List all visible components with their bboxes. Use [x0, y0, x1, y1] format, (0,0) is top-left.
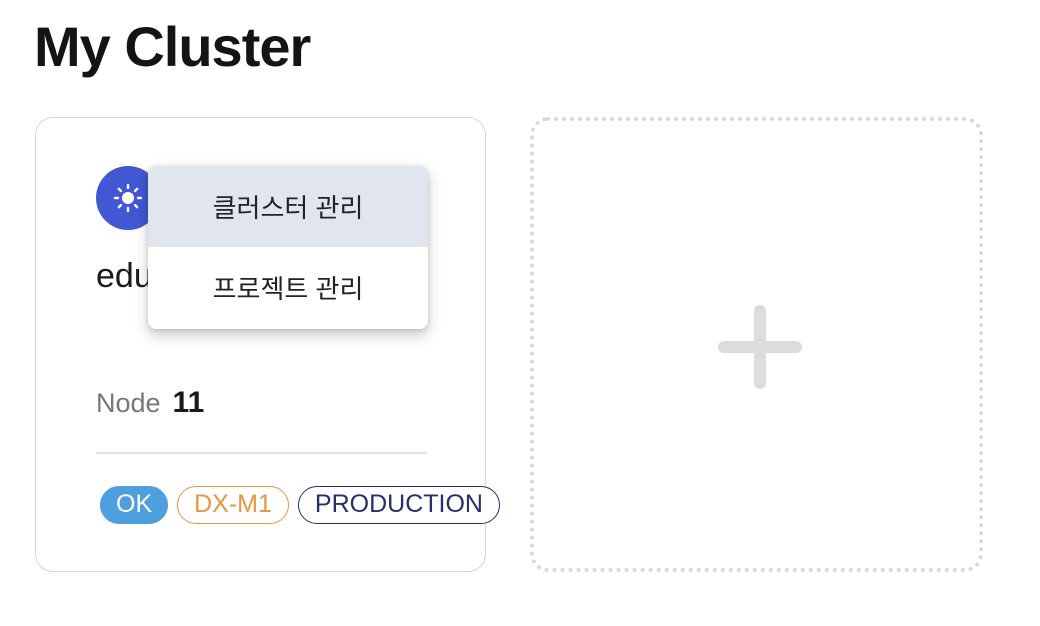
environment-badge: PRODUCTION	[297, 486, 500, 524]
card-divider	[96, 452, 427, 454]
region-badge: DX-M1	[177, 486, 289, 524]
status-badge: OK	[100, 486, 169, 524]
page-title: My Cluster	[34, 15, 311, 78]
cluster-context-menu: 클러스터 관리 프로젝트 관리	[148, 166, 428, 329]
node-count: 11	[172, 386, 205, 419]
sun-icon	[113, 183, 143, 213]
plus-icon	[718, 305, 802, 389]
menu-item-manage-project[interactable]: 프로젝트 관리	[148, 247, 428, 328]
tag-list: OK DX-M1 PRODUCTION	[100, 486, 500, 524]
add-cluster-card[interactable]	[530, 117, 983, 572]
node-count-row: Node 11	[96, 386, 204, 420]
menu-item-manage-cluster[interactable]: 클러스터 관리	[148, 166, 428, 247]
cluster-name: edu	[96, 257, 153, 295]
node-label: Node	[96, 388, 161, 418]
